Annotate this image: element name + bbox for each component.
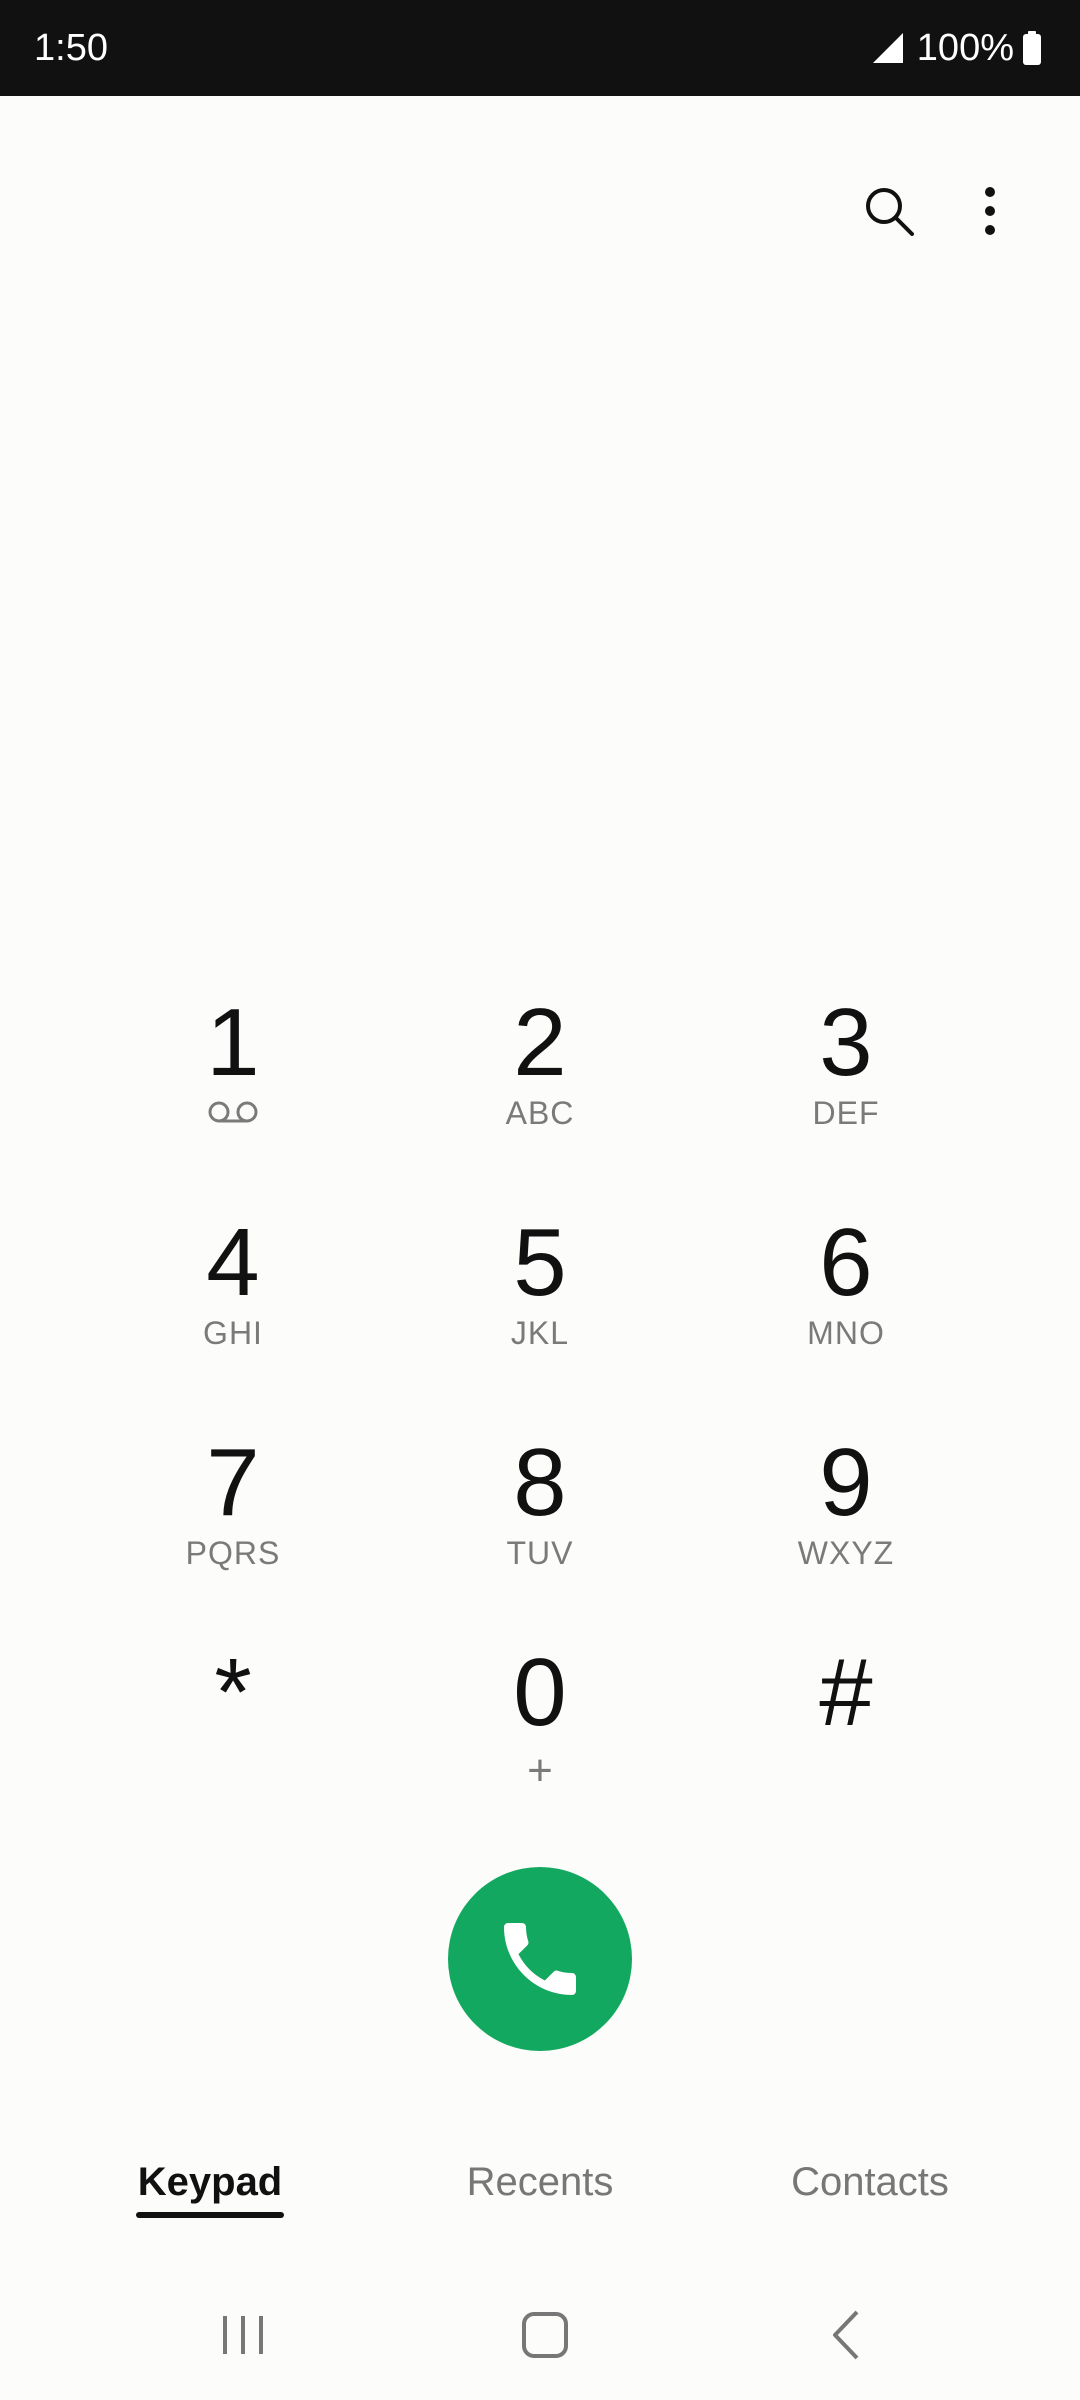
key-letters: MNO [807, 1315, 885, 1351]
key-digit: 1 [206, 989, 260, 1096]
key-3[interactable]: 3 DEF [726, 995, 966, 1175]
key-digit: 2 [513, 989, 567, 1096]
key-letters: DEF [812, 1095, 880, 1131]
key-digit: 5 [513, 1209, 567, 1316]
key-digit: 9 [819, 1429, 873, 1536]
home-button[interactable] [485, 2280, 605, 2390]
key-9[interactable]: 9 WXYZ [726, 1435, 966, 1615]
key-letters: WXYZ [797, 1535, 895, 1571]
key-digit: 3 [819, 989, 873, 1096]
key-digit: 6 [819, 1209, 873, 1316]
active-tab-indicator [136, 2212, 284, 2218]
call-button[interactable] [448, 1867, 632, 2051]
recent-apps-icon [223, 2316, 263, 2354]
key-letters: PQRS [185, 1535, 281, 1571]
key-7[interactable]: 7 PQRS [113, 1435, 353, 1615]
dialer-screen: 1:50 100% 1 2 ABC 3 DEF 4 GHI 5 JKL 6 MN… [0, 0, 1080, 2400]
key-2[interactable]: 2 ABC [420, 995, 660, 1175]
key-digit: * [214, 1639, 252, 1746]
key-1[interactable]: 1 [113, 995, 353, 1175]
key-letters: TUV [506, 1535, 574, 1571]
key-letters: GHI [203, 1315, 263, 1351]
key-letters: JKL [510, 1315, 570, 1351]
tab-contacts[interactable]: Contacts [760, 2150, 980, 2230]
back-button[interactable] [787, 2280, 907, 2390]
key-digit: 7 [206, 1429, 260, 1536]
key-star[interactable]: * [113, 1645, 353, 1825]
key-digit: 4 [206, 1209, 260, 1316]
phone-icon [504, 1923, 576, 1995]
key-digit: # [819, 1639, 873, 1746]
key-8[interactable]: 8 TUV [420, 1435, 660, 1615]
key-digit: 8 [513, 1429, 567, 1536]
key-5[interactable]: 5 JKL [420, 1215, 660, 1395]
voicemail-icon [208, 1101, 258, 1123]
bottom-tabs: Keypad Recents Contacts [0, 2150, 1080, 2230]
key-digit: 0 [513, 1639, 567, 1746]
recent-apps-button[interactable] [183, 2280, 303, 2390]
tab-keypad[interactable]: Keypad [120, 2150, 300, 2230]
system-nav-bar [0, 2280, 1080, 2400]
key-letters: ABC [505, 1095, 575, 1131]
back-icon [833, 2310, 859, 2360]
key-plus: + [527, 1746, 553, 1795]
home-icon [522, 2312, 568, 2358]
tab-recents[interactable]: Recents [440, 2150, 640, 2230]
key-4[interactable]: 4 GHI [113, 1215, 353, 1395]
key-6[interactable]: 6 MNO [726, 1215, 966, 1395]
key-0[interactable]: 0 + [420, 1645, 660, 1825]
key-hash[interactable]: # [726, 1645, 966, 1825]
